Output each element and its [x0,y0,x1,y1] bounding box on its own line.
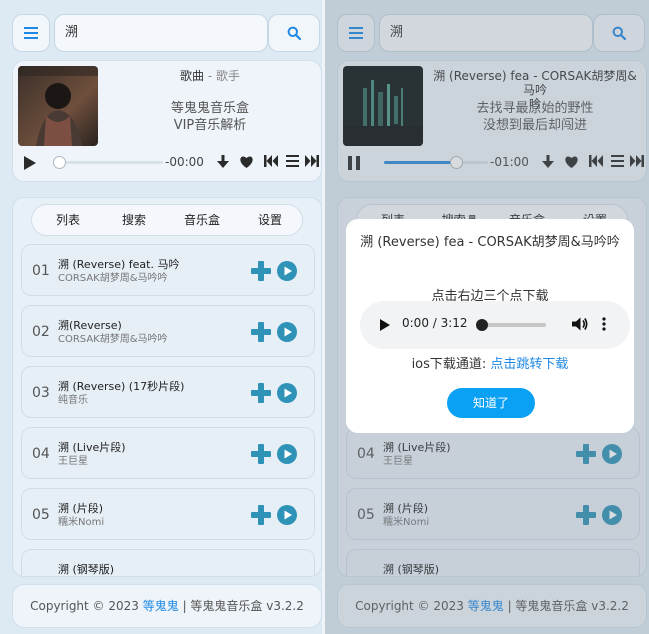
add-icon[interactable] [251,383,271,403]
dialog-title: 溯 (Reverse) fea - CORSAK胡梦周&马吟吟 [360,235,620,250]
add-icon[interactable] [251,261,271,281]
song-number: 05 [32,507,50,523]
ios-download-line: ios下载通道: 点击跳转下载 [346,353,634,372]
right-pane: 溯 溯 (Reverse) fea - CORSAK胡梦周&马吟 吟 去找寻最原… [325,0,649,634]
copyright-suffix: | 等鬼鬼音乐盒 v3.2.2 [178,599,304,613]
search-button[interactable] [268,14,320,52]
download-dialog: 溯 (Reverse) fea - CORSAK胡梦周&马吟吟 点击右边三个点下… [346,219,634,433]
song-artist: 歌手 [215,69,240,83]
song-number: 02 [32,324,50,340]
left-pane: 溯 歌曲 - 歌手 等鬼鬼 音乐盒 VIP音乐解析 -00:00 列表 搜索 音乐… [0,0,324,634]
search-input[interactable]: 溯 [54,14,268,52]
more-vertical-icon[interactable] [602,317,606,331]
title-separator: - [204,69,216,83]
previous-icon[interactable] [264,155,278,167]
tab-list[interactable]: 列表 [38,205,98,235]
audio-seek-bar[interactable] [476,319,546,331]
audio-time: 0:00 / 3:12 [402,316,468,330]
tab-music-box[interactable]: 音乐盒 [172,205,232,235]
song-row-1[interactable]: 01 溯 (Reverse) feat. 马吟 CORSAK胡梦周&马吟吟 [21,244,315,296]
song-singer: CORSAK胡梦周&马吟吟 [58,273,168,284]
lyric-line-2: VIP音乐解析 [173,118,247,133]
play-circle-icon[interactable] [277,505,297,525]
add-icon[interactable] [251,322,271,342]
song-singer: 糯米Nomi [58,517,105,528]
song-row-6[interactable]: 溯 (钢琴版) [21,549,315,576]
author-link[interactable]: 等鬼鬼 [143,599,179,613]
player-controls: -00:00 [21,153,319,173]
song-list-card: 列表 搜索 音乐盒 设置 01 溯 (Reverse) feat. 马吟 COR… [12,197,322,577]
tab-bar: 列表 搜索 音乐盒 设置 [31,204,303,236]
audio-player: 0:00 / 3:12 [360,301,630,349]
song-row-2[interactable]: 02 溯(Reverse) CORSAK胡梦周&马吟吟 [21,305,315,357]
play-icon[interactable] [23,155,37,171]
song-row-4[interactable]: 04 溯 (Live片段) 王巨星 [21,427,315,479]
song-singer: 纯音乐 [58,395,88,406]
volume-icon[interactable] [572,317,588,331]
tab-search[interactable]: 搜索 [104,205,164,235]
menu-button[interactable] [12,14,50,52]
song-title-line: 歌曲 - 歌手 [103,69,317,83]
song-row-5[interactable]: 05 溯 (片段) 糯米Nomi [21,488,315,540]
song-number: 01 [32,263,50,279]
download-icon[interactable] [217,155,229,169]
ios-download-label: ios下载通道: [411,357,491,372]
ios-download-link[interactable]: 点击跳转下载 [490,357,568,372]
footer: Copyright © 2023 等鬼鬼 | 等鬼鬼音乐盒 v3.2.2 [12,584,322,628]
next-icon[interactable] [305,155,319,167]
progress-bar[interactable] [52,156,163,169]
time-remaining: -00:00 [165,155,204,169]
song-number: 03 [32,385,50,401]
heart-icon[interactable] [239,155,254,169]
play-circle-icon[interactable] [277,322,297,342]
tab-settings[interactable]: 设置 [240,205,300,235]
play-circle-icon[interactable] [277,261,297,281]
song-singer: CORSAK胡梦周&马吟吟 [58,334,168,345]
song-singer: 王巨星 [58,456,88,467]
song-row-3[interactable]: 03 溯 (Reverse) (17秒片段) 纯音乐 [21,366,315,418]
add-icon[interactable] [251,505,271,525]
add-icon[interactable] [251,444,271,464]
play-circle-icon[interactable] [277,383,297,403]
hamburger-icon [24,27,38,39]
copyright-prefix: Copyright © 2023 [30,599,143,613]
progress-handle[interactable] [52,156,66,169]
player-card: 歌曲 - 歌手 等鬼鬼音乐盒 VIP音乐解析 -00:00 [12,60,322,182]
song-title: 歌曲 [180,69,205,83]
audio-seek-handle[interactable] [476,319,488,331]
song-name: 溯 (钢琴版) [58,563,115,576]
playlist-icon[interactable] [286,155,299,167]
search-icon [287,26,301,40]
audio-play-icon[interactable] [380,319,390,331]
song-number: 04 [32,446,50,462]
play-circle-icon[interactable] [277,444,297,464]
search-bar: 溯 [12,14,322,52]
album-cover [18,66,98,146]
ok-button[interactable]: 知道了 [447,388,535,418]
